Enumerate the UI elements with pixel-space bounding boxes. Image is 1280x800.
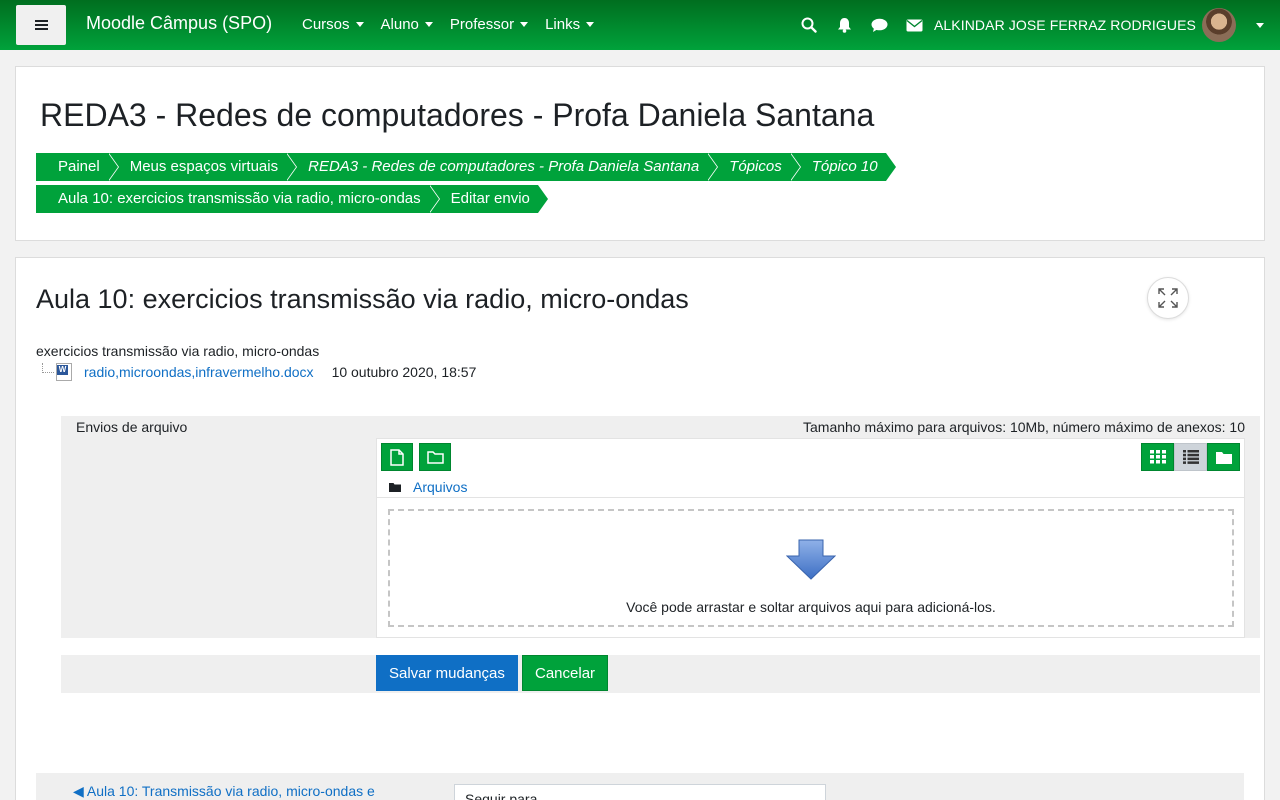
divider <box>377 497 1244 498</box>
tree-view-button[interactable] <box>1207 443 1240 471</box>
chevron-down-icon <box>520 22 529 27</box>
main-menu: Cursos Aluno Professor Links <box>302 16 611 33</box>
activity-navigation: ◀ Aula 10: Transmissão via radio, micro-… <box>36 773 1244 800</box>
create-folder-button[interactable] <box>419 443 451 471</box>
drawer-toggle-button[interactable] <box>16 5 66 45</box>
file-submission-label: Envios de arquivo <box>76 419 188 435</box>
chevron-down-icon <box>586 22 595 27</box>
breadcrumb-painel[interactable]: Painel <box>36 153 119 181</box>
form-actions: Salvar mudanças Cancelar <box>61 655 1260 693</box>
envelope-icon[interactable] <box>897 19 932 32</box>
attachment-link[interactable]: radio,microondas,infravermelho.docx <box>84 364 314 380</box>
cancel-button[interactable]: Cancelar <box>522 655 609 691</box>
breadcrumb: Painel Meus espaços virtuais REDA3 - Red… <box>36 153 897 181</box>
list-icon <box>1182 450 1199 464</box>
chevron-down-icon <box>355 22 364 27</box>
chevron-down-icon <box>424 22 433 27</box>
dropzone-text: Você pode arrastar e soltar arquivos aqu… <box>626 599 996 615</box>
view-mode-toggle <box>1141 443 1240 471</box>
attachment-row: radio,microondas,infravermelho.docx 10 o… <box>42 363 476 381</box>
site-brand[interactable]: Moodle Câmpus (SPO) <box>86 13 272 34</box>
menu-links[interactable]: Links <box>545 16 595 33</box>
chevron-down-icon[interactable] <box>1256 22 1264 28</box>
expand-icon <box>1158 288 1178 308</box>
page-title: Aula 10: exercicios transmissão via radi… <box>36 284 689 314</box>
menu-professor[interactable]: Professor <box>450 16 529 33</box>
user-name[interactable]: ALKINDAR JOSE FERRAZ RODRIGUES <box>934 17 1196 33</box>
assignment-description: exercicios transmissão via radio, micro-… <box>36 343 320 359</box>
file-submission-section: Envios de arquivo Tamanho máximo para ar… <box>61 416 1260 638</box>
top-navbar: Moodle Câmpus (SPO) Cursos Aluno Profess… <box>0 0 1280 50</box>
menu-icon <box>34 24 48 26</box>
fullscreen-toggle-button[interactable] <box>1147 277 1189 319</box>
folder-icon <box>426 451 444 464</box>
breadcrumb-meus-espacos[interactable]: Meus espaços virtuais <box>107 153 298 181</box>
breadcrumb-editar-envio[interactable]: Editar envio <box>428 185 550 213</box>
file-icon <box>390 448 404 466</box>
chat-icon[interactable] <box>862 18 897 33</box>
user-nav: ALKINDAR JOSE FERRAZ RODRIGUES <box>792 0 1280 50</box>
list-view-button[interactable] <box>1174 443 1207 471</box>
arrow-down-icon <box>786 539 836 580</box>
menu-cursos[interactable]: Cursos <box>302 16 364 33</box>
menu-aluno[interactable]: Aluno <box>381 16 433 33</box>
bell-icon[interactable] <box>827 17 862 33</box>
breadcrumb-topicos[interactable]: Tópicos <box>707 153 801 181</box>
main-content: Aula 10: exercicios transmissão via radi… <box>15 257 1265 800</box>
page-header: REDA3 - Redes de computadores - Profa Da… <box>15 66 1265 241</box>
tree-connector <box>42 363 54 373</box>
add-file-button[interactable] <box>381 443 413 471</box>
breadcrumb-assignment[interactable]: Aula 10: exercicios transmissão via radi… <box>36 185 440 213</box>
avatar[interactable] <box>1202 8 1236 42</box>
previous-activity-link[interactable]: ◀ Aula 10: Transmissão via radio, micro-… <box>73 783 375 800</box>
folder-icon <box>1215 451 1232 464</box>
grid-view-button[interactable] <box>1141 443 1174 471</box>
file-manager: Arquivos Você pode arrastar e soltar arq… <box>376 438 1245 638</box>
jump-to-select[interactable]: Seguir para... <box>454 784 826 800</box>
breadcrumb-course[interactable]: REDA3 - Redes de computadores - Profa Da… <box>286 153 719 181</box>
save-changes-button[interactable]: Salvar mudanças <box>376 655 518 691</box>
word-document-icon <box>56 363 72 381</box>
search-icon[interactable] <box>792 17 827 33</box>
attachment-date: 10 outubro 2020, 18:57 <box>331 364 477 380</box>
file-manager-path: Arquivos <box>389 479 467 495</box>
breadcrumb-row-2: Aula 10: exercicios transmissão via radi… <box>36 185 550 213</box>
file-dropzone[interactable]: Você pode arrastar e soltar arquivos aqu… <box>388 509 1234 627</box>
breadcrumb-topico-10[interactable]: Tópico 10 <box>789 153 897 181</box>
path-root-link[interactable]: Arquivos <box>413 479 467 495</box>
course-title: REDA3 - Redes de computadores - Profa Da… <box>40 97 875 133</box>
grid-icon <box>1149 450 1166 464</box>
file-limits-text: Tamanho máximo para arquivos: 10Mb, núme… <box>803 419 1245 435</box>
folder-icon <box>389 483 401 492</box>
